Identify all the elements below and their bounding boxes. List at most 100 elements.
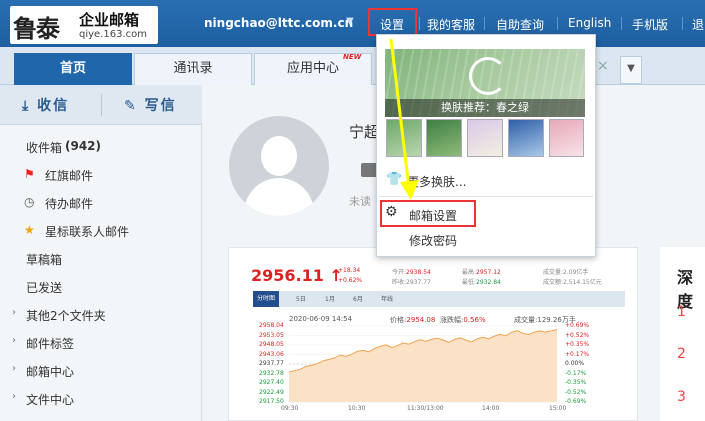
avatar-body xyxy=(244,178,314,216)
tab-contacts[interactable]: 通讯录 xyxy=(134,53,252,85)
clock-icon: ◷ xyxy=(24,195,35,209)
skin-thumbnail[interactable] xyxy=(508,119,544,157)
sidebar-item-other-folders[interactable]: › 其他2个文件夹 xyxy=(0,303,202,327)
x-tick-label: 11:30/13:00 xyxy=(407,405,444,412)
y-tick-label: +0.35% xyxy=(565,341,590,348)
sidebar-item-flagged[interactable]: ⚑ 红旗邮件 xyxy=(0,163,202,187)
chevron-down-icon[interactable]: ▼ xyxy=(346,16,354,27)
settings-highlight xyxy=(368,8,417,36)
tab-more-button[interactable]: ▼ xyxy=(620,56,642,84)
menu-divider xyxy=(379,196,593,197)
x-tick-label: 09:30 xyxy=(281,405,299,412)
change-pct: +0.62% xyxy=(338,277,363,284)
amount-label: 成交额:2,514.15亿元 xyxy=(543,279,602,286)
unread-label[interactable]: 未读 xyxy=(349,193,371,209)
tab-6month[interactable]: 6月 xyxy=(353,294,363,303)
change-abs: +18.34 xyxy=(338,267,361,274)
y-tick-label: 2927.40 xyxy=(259,379,284,386)
inbox-count: (942) xyxy=(65,139,102,153)
tab-year[interactable]: 年线 xyxy=(381,294,393,303)
logo[interactable]: 鲁泰 企业邮箱 qiye.163.com xyxy=(10,6,158,44)
x-tick-label: 14:00 xyxy=(482,405,500,412)
nav-separator xyxy=(484,17,485,30)
nav-separator xyxy=(682,17,683,30)
chevron-right-icon: › xyxy=(12,307,16,318)
tab-home[interactable]: 首页 xyxy=(14,53,132,85)
y-tick-label: 2943.06 xyxy=(259,350,284,358)
y-tick-label: +0.69% xyxy=(565,322,590,329)
y-tick-label: -0.52% xyxy=(565,388,587,396)
sidebar-item-label: 红旗邮件 xyxy=(45,169,94,183)
y-tick-label: 2953.05 xyxy=(259,331,284,339)
sidebar-item-sent[interactable]: 已发送 xyxy=(0,275,202,299)
more-skins-link[interactable]: 更多换肤... xyxy=(407,173,466,190)
tab-5day[interactable]: 5日 xyxy=(296,294,306,303)
y-tick-label: 2917.50 xyxy=(259,398,284,405)
logo-name: 企业邮箱 xyxy=(79,11,140,29)
mail-settings-highlight xyxy=(380,200,476,227)
avatar[interactable] xyxy=(229,116,329,216)
high-label: 最高:2957.12 xyxy=(462,269,501,276)
english-link[interactable]: English xyxy=(568,16,611,30)
tab-1month[interactable]: 1月 xyxy=(325,294,335,303)
skin-thumbnail[interactable] xyxy=(467,119,503,157)
y-tick-label: 2937.77 xyxy=(259,360,284,367)
open-label: 今开:2938.54 xyxy=(392,269,431,276)
skin-thumbnail[interactable] xyxy=(549,119,584,157)
chevron-right-icon: › xyxy=(12,363,16,374)
chart-tabs: 分时图 5日 1月 6月 年线 xyxy=(253,291,625,307)
compose-divider xyxy=(101,94,102,116)
y-tick-label: 2958.04 xyxy=(259,322,284,329)
y-tick-label: 2932.78 xyxy=(259,369,284,377)
y-tick-label: +0.17% xyxy=(565,350,590,358)
chevron-down-icon: ▼ xyxy=(627,63,635,74)
close-icon[interactable]: × xyxy=(597,58,609,74)
user-name: 宁超 xyxy=(349,123,380,141)
tab-intraday[interactable]: 分时图 xyxy=(253,291,280,307)
compose-row: ⤓ 收信 ✎ 写信 xyxy=(0,85,202,125)
skin-caption: 换肤推荐：春之绿 xyxy=(385,99,585,117)
skin-thumbnail[interactable] xyxy=(386,119,422,157)
avatar-head xyxy=(261,136,297,176)
low-label: 最低:2932.84 xyxy=(462,279,501,286)
user-email[interactable]: ningchao@lttc.com.cn xyxy=(204,16,353,30)
nav-separator xyxy=(621,17,622,30)
intraday-chart xyxy=(288,325,558,403)
sidebar-item-mail-center[interactable]: › 邮箱中心 xyxy=(0,359,202,383)
sidebar-item-label: 已发送 xyxy=(26,281,63,295)
self-service-link[interactable]: 自助查询 xyxy=(496,16,544,33)
sidebar-item-file-center[interactable]: › 文件中心 xyxy=(0,387,202,411)
flag-icon: ⚑ xyxy=(24,167,35,181)
skin-thumbnail[interactable] xyxy=(426,119,462,157)
logo-sub: qiye.163.com xyxy=(79,29,147,40)
sidebar-item-tags[interactable]: › 邮件标签 xyxy=(0,331,202,355)
sidebar-item-label: 星标联系人邮件 xyxy=(45,225,130,239)
news-rank[interactable]: 1 xyxy=(677,304,686,320)
index-price: 2956.11 ↑ xyxy=(251,266,343,285)
receive-button[interactable]: ⤓ 收信 xyxy=(22,95,69,115)
y-tick-label: 0.00% xyxy=(565,360,585,367)
shirt-icon: 👕 xyxy=(386,172,403,187)
edit-icon: ✎ xyxy=(124,98,138,114)
sidebar-item-drafts[interactable]: 草稿箱 xyxy=(0,247,202,271)
prev-label: 昨收:2937.77 xyxy=(392,279,431,286)
mobile-link[interactable]: 手机版 xyxy=(632,16,668,33)
compose-button[interactable]: ✎ 写信 xyxy=(124,95,177,115)
refresh-icon[interactable] xyxy=(469,57,507,95)
logout-link[interactable]: 退 xyxy=(692,16,704,33)
y-tick-label: 2922.49 xyxy=(259,388,284,396)
skin-recommendation[interactable]: 换肤推荐：春之绿 xyxy=(385,49,585,117)
change-password-item[interactable]: 修改密码 xyxy=(409,232,457,249)
sidebar-item-starred[interactable]: ★ 星标联系人邮件 xyxy=(0,219,202,243)
chevron-right-icon: › xyxy=(12,391,16,402)
sidebar-item-inbox[interactable]: 收件箱 (942) xyxy=(0,135,202,159)
news-rank[interactable]: 3 xyxy=(677,389,686,405)
sidebar-item-label: 收件箱 xyxy=(26,141,63,155)
customer-service-link[interactable]: 我的客服 xyxy=(427,16,475,33)
y-tick-label: -0.69% xyxy=(565,398,587,405)
news-rank[interactable]: 2 xyxy=(677,346,686,362)
y-tick-label: +0.52% xyxy=(565,331,590,339)
sidebar-item-label: 邮件标签 xyxy=(26,337,75,351)
sidebar-item-label: 待办邮件 xyxy=(45,197,94,211)
sidebar-item-todo[interactable]: ◷ 待办邮件 xyxy=(0,191,202,215)
